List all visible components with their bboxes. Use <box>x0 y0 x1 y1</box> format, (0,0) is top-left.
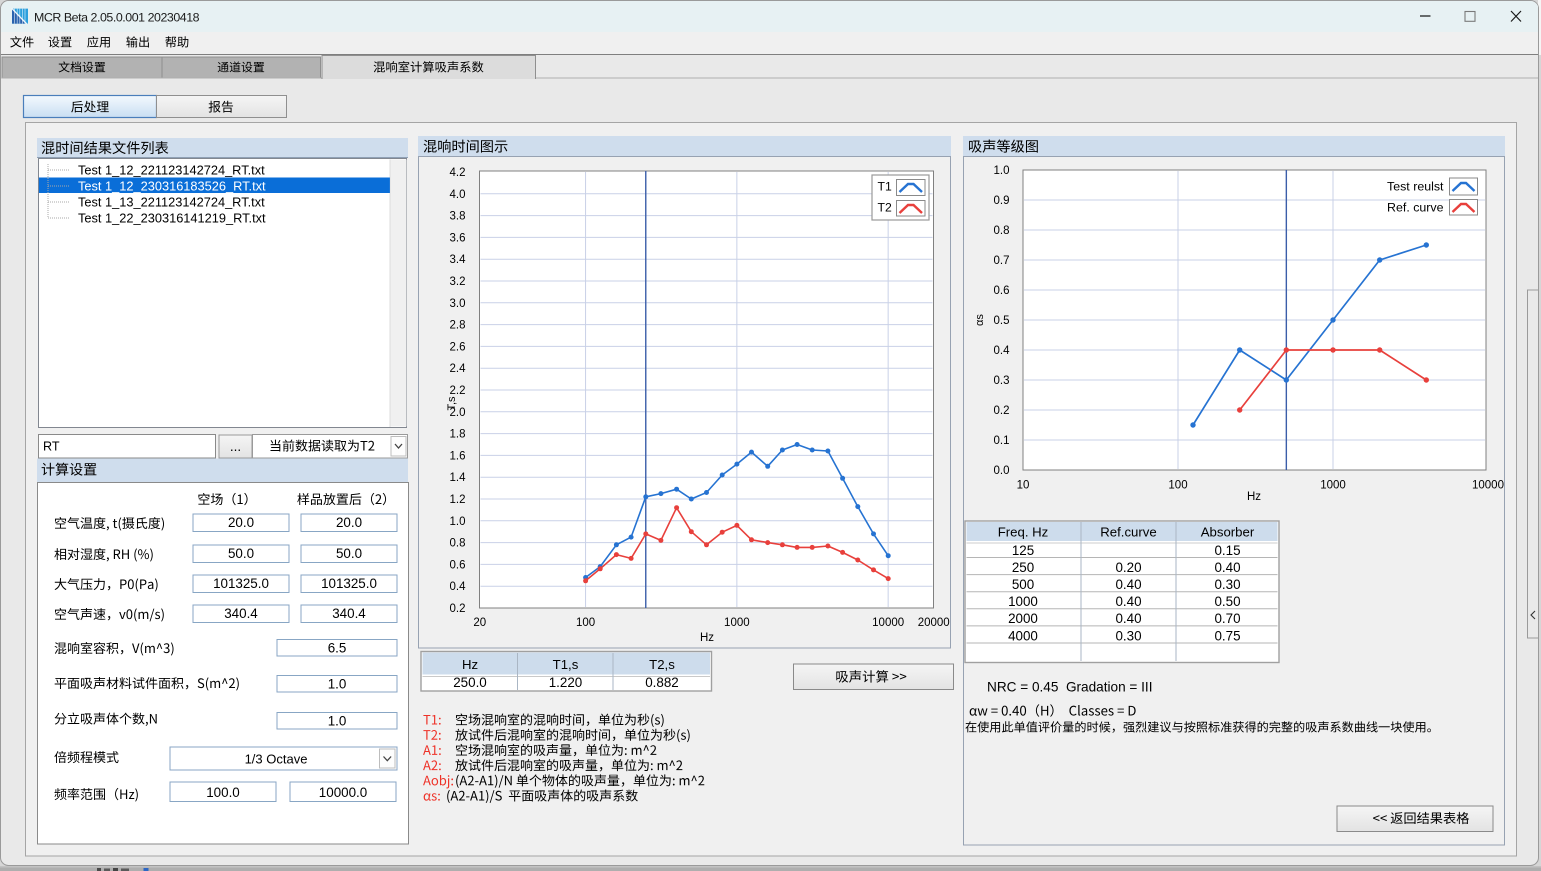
svg-text:0.1: 0.1 <box>994 435 1010 447</box>
svg-text:0.2: 0.2 <box>994 405 1010 417</box>
svg-text:Absorber: Absorber <box>1201 525 1255 540</box>
svg-text:1.0: 1.0 <box>328 677 347 692</box>
svg-text:1.4: 1.4 <box>450 472 467 484</box>
svg-text:Ref.curve: Ref.curve <box>1100 525 1156 540</box>
svg-text:0.4: 0.4 <box>450 581 467 593</box>
svg-text:Ref. curve: Ref. curve <box>1387 200 1444 214</box>
svg-text:0.5: 0.5 <box>994 315 1010 327</box>
svg-text:0.7: 0.7 <box>994 255 1010 267</box>
svg-text:0.9: 0.9 <box>994 195 1010 207</box>
svg-text:4000: 4000 <box>1008 628 1038 643</box>
svg-text:Hz: Hz <box>700 632 714 644</box>
svg-text:4.0: 4.0 <box>450 189 466 201</box>
svg-text:T2: T2 <box>878 200 892 214</box>
svg-text:RT: RT <box>43 440 60 454</box>
svg-text:Test 1_13_221123142724_RT.txt: Test 1_13_221123142724_RT.txt <box>78 194 265 209</box>
svg-text:10: 10 <box>1017 480 1030 492</box>
svg-text:3.0: 3.0 <box>450 298 466 310</box>
svg-text:Test 1_12_230316183526_RT.txt: Test 1_12_230316183526_RT.txt <box>78 178 266 193</box>
svg-text:1.2: 1.2 <box>450 494 466 506</box>
svg-text:0.40: 0.40 <box>1115 577 1141 592</box>
svg-text:1/3 Octave: 1/3 Octave <box>245 752 308 767</box>
svg-text:0.0: 0.0 <box>994 465 1010 477</box>
svg-text:20.0: 20.0 <box>228 515 254 530</box>
svg-text:0.8: 0.8 <box>994 225 1010 237</box>
svg-text:T2,s: T2,s <box>649 657 675 672</box>
svg-text:T,s: T,s <box>446 396 458 411</box>
svg-text:3.6: 3.6 <box>450 232 466 244</box>
svg-text:100.0: 100.0 <box>206 785 240 800</box>
svg-text:0.30: 0.30 <box>1214 577 1240 592</box>
svg-text:4.2: 4.2 <box>450 167 466 179</box>
svg-text:1000: 1000 <box>1008 594 1038 609</box>
svg-text:125: 125 <box>1012 543 1034 558</box>
svg-text:0.3: 0.3 <box>994 375 1010 387</box>
svg-text:1.6: 1.6 <box>450 450 466 462</box>
svg-text:340.4: 340.4 <box>224 606 258 621</box>
svg-text:3.8: 3.8 <box>450 211 466 223</box>
svg-text:0.40: 0.40 <box>1115 611 1141 626</box>
svg-text:6.5: 6.5 <box>328 641 347 656</box>
svg-text:2.2: 2.2 <box>450 385 466 397</box>
svg-text:0.6: 0.6 <box>450 559 466 571</box>
svg-text:Hz: Hz <box>1247 491 1261 503</box>
svg-text:3.4: 3.4 <box>450 254 467 266</box>
svg-text:1000: 1000 <box>724 617 750 629</box>
svg-text:10000: 10000 <box>872 617 904 629</box>
svg-text:1.220: 1.220 <box>549 675 583 690</box>
svg-text:0.8: 0.8 <box>450 538 466 550</box>
svg-text:1.0: 1.0 <box>450 516 466 528</box>
svg-text:2000: 2000 <box>1008 611 1038 626</box>
svg-text:Test reulst: Test reulst <box>1387 180 1444 194</box>
svg-text:100: 100 <box>1168 480 1187 492</box>
svg-text:1.8: 1.8 <box>450 429 466 441</box>
svg-text:Test 1_22_230316141219_RT.txt: Test 1_22_230316141219_RT.txt <box>78 210 266 225</box>
svg-text:10000.0: 10000.0 <box>319 785 367 800</box>
svg-text:0.75: 0.75 <box>1214 628 1240 643</box>
svg-text:0.50: 0.50 <box>1214 594 1240 609</box>
svg-text:0.40: 0.40 <box>1214 560 1240 575</box>
svg-text:Test 1_12_221123142724_RT.txt: Test 1_12_221123142724_RT.txt <box>78 162 265 177</box>
svg-text:1.0: 1.0 <box>994 165 1010 177</box>
svg-text:T1: T1 <box>878 180 892 194</box>
svg-text:50.0: 50.0 <box>228 546 254 561</box>
svg-text:0.20: 0.20 <box>1115 560 1141 575</box>
svg-text:10000: 10000 <box>1472 480 1504 492</box>
svg-text:2.4: 2.4 <box>450 363 467 375</box>
svg-text:2.8: 2.8 <box>450 320 466 332</box>
svg-text:MCR Beta 2.05.0.001 20230418: MCR Beta 2.05.0.001 20230418 <box>34 11 200 25</box>
svg-text:50.0: 50.0 <box>336 546 362 561</box>
svg-text:T1,s: T1,s <box>553 657 579 672</box>
svg-text:0.882: 0.882 <box>645 675 679 690</box>
svg-text:2.6: 2.6 <box>450 341 466 353</box>
svg-text:20000: 20000 <box>918 617 950 629</box>
svg-text:NRC = 0.45 Gradation = III: NRC = 0.45 Gradation = III <box>987 680 1152 695</box>
svg-text:101325.0: 101325.0 <box>213 576 269 591</box>
svg-text:0.15: 0.15 <box>1214 543 1240 558</box>
svg-text:0.6: 0.6 <box>994 285 1010 297</box>
svg-text:100: 100 <box>576 617 595 629</box>
svg-text:1000: 1000 <box>1320 480 1346 492</box>
svg-text:20: 20 <box>473 617 486 629</box>
svg-text:250: 250 <box>1012 560 1034 575</box>
svg-text:Hz: Hz <box>462 657 478 672</box>
svg-text:20.0: 20.0 <box>336 515 362 530</box>
svg-text:250.0: 250.0 <box>453 675 487 690</box>
svg-text:0.4: 0.4 <box>994 345 1011 357</box>
svg-text:0.40: 0.40 <box>1115 594 1141 609</box>
svg-text:3.2: 3.2 <box>450 276 466 288</box>
svg-text:1.0: 1.0 <box>328 714 347 729</box>
svg-text:...: ... <box>230 439 241 454</box>
svg-text:101325.0: 101325.0 <box>321 576 377 591</box>
svg-text:340.4: 340.4 <box>332 606 366 621</box>
svg-text:0.30: 0.30 <box>1115 628 1141 643</box>
svg-text:αs: αs <box>974 314 986 326</box>
svg-text:Freq. Hz: Freq. Hz <box>998 525 1049 540</box>
svg-text:500: 500 <box>1012 577 1034 592</box>
svg-text:0.70: 0.70 <box>1214 611 1240 626</box>
svg-text:0.2: 0.2 <box>450 603 466 615</box>
